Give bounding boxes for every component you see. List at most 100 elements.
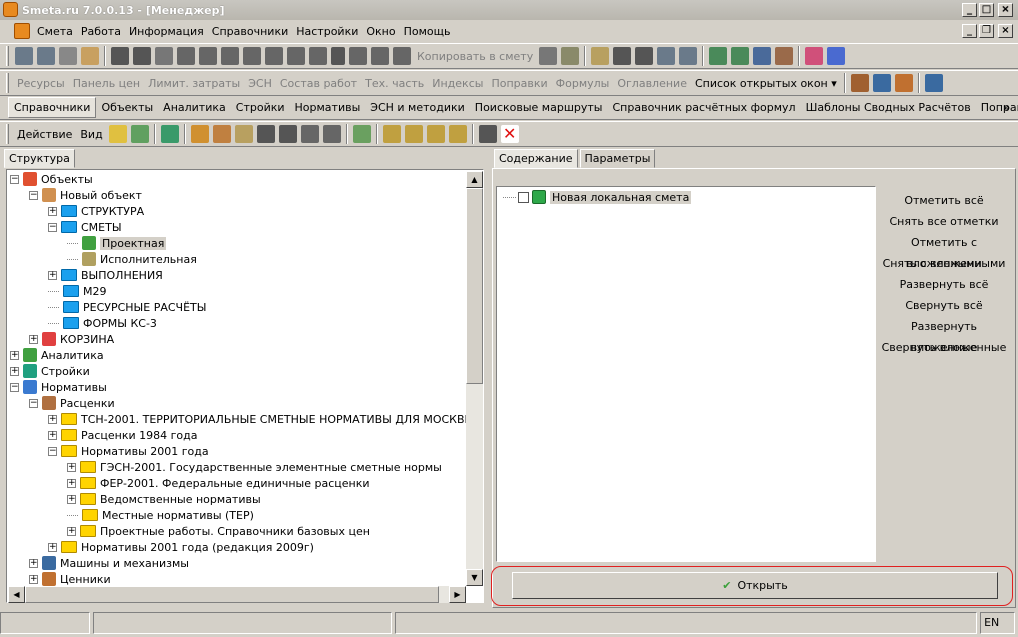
expand-icon[interactable]: + xyxy=(48,206,57,216)
chart-icon[interactable] xyxy=(352,125,371,143)
new-object-icon[interactable] xyxy=(190,125,209,143)
tree-item[interactable]: + Ведомственные нормативы xyxy=(67,491,261,507)
eraser-icon[interactable] xyxy=(805,47,824,65)
expand-all-button[interactable]: Развернуть всё xyxy=(876,274,1012,295)
tree-item[interactable]: ФОРМЫ КС-3 xyxy=(48,315,157,331)
minimize-button[interactable]: _ xyxy=(962,3,977,17)
tree-item[interactable]: + Нормативы 2001 года (редакция 2009г) xyxy=(48,539,314,555)
scroll-left-button[interactable]: ◀ xyxy=(8,586,25,603)
maximize-button[interactable]: □ xyxy=(979,3,994,17)
tab-parameters[interactable]: Параметры xyxy=(579,149,656,168)
m29-icon[interactable] xyxy=(404,125,423,143)
tree-item[interactable]: + СТРУКТУРА xyxy=(48,203,144,219)
tree-item[interactable]: + Проектные работы. Справочники базовых ц… xyxy=(67,523,370,539)
scroll-right-button[interactable]: ▶ xyxy=(449,586,466,603)
search-icon[interactable] xyxy=(81,47,99,65)
expand-icon[interactable]: + xyxy=(67,526,76,536)
tb2-resources[interactable]: Ресурсы xyxy=(13,77,69,90)
open-windows-dropdown[interactable]: Список открытых окон ▾ xyxy=(691,77,841,90)
tree-item[interactable]: + ГЭСН-2001. Государственные элементные с… xyxy=(67,459,442,475)
tb2-formulas[interactable]: Формулы xyxy=(552,77,614,90)
menu-help[interactable]: Помощь xyxy=(400,25,455,38)
arrow-up-icon[interactable] xyxy=(300,125,319,143)
tab-formulas[interactable]: Справочник расчётных формул xyxy=(607,98,800,117)
block-icon[interactable] xyxy=(349,47,367,65)
undo-icon[interactable] xyxy=(155,47,173,65)
check-nested-button[interactable]: Отметить с вложенными xyxy=(876,232,1012,270)
tree-item[interactable]: − Объекты xyxy=(10,171,93,187)
expand-icon[interactable]: + xyxy=(48,542,57,552)
tree-item[interactable]: − Нормативы 2001 года xyxy=(48,443,209,459)
close-button[interactable]: × xyxy=(998,3,1013,17)
new-estimate-icon[interactable] xyxy=(234,125,253,143)
tree-item[interactable]: − СМЕТЫ xyxy=(48,219,122,235)
truck2-icon[interactable] xyxy=(924,74,943,92)
percent-icon[interactable] xyxy=(382,125,401,143)
delete-red-icon[interactable]: ✕ xyxy=(500,125,519,143)
open-button[interactable]: ✔ Открыть xyxy=(512,572,998,599)
expand-icon[interactable]: + xyxy=(48,430,57,440)
menu-smeta[interactable]: Смета xyxy=(33,25,77,38)
uncheck-all-button[interactable]: Снять все отметки xyxy=(876,211,1012,232)
tree-item[interactable]: + Стройки xyxy=(10,363,90,379)
f3-icon[interactable] xyxy=(448,125,467,143)
tree-item[interactable]: − Нормативы xyxy=(10,379,107,395)
list-item[interactable]: Новая локальная смета xyxy=(503,189,692,205)
copy-to-estimate-button[interactable]: Копировать в смету xyxy=(413,50,537,63)
sort2-icon[interactable] xyxy=(731,47,750,65)
block7-icon[interactable] xyxy=(478,125,497,143)
copy-icon[interactable] xyxy=(265,47,283,65)
new-object2-icon[interactable] xyxy=(212,125,231,143)
tree-item[interactable]: М29 xyxy=(48,283,107,299)
image-icon[interactable] xyxy=(59,47,77,65)
scroll-up-button[interactable]: ▲ xyxy=(466,171,483,188)
save-icon[interactable] xyxy=(111,47,129,65)
menu-directories[interactable]: Справочники xyxy=(208,25,292,38)
tree-item[interactable]: − Расценки xyxy=(29,395,115,411)
block2-icon[interactable] xyxy=(371,47,389,65)
hammer-icon[interactable] xyxy=(850,74,869,92)
tree-item[interactable]: + КОРЗИНА xyxy=(29,331,114,347)
tab-contents[interactable]: Содержание xyxy=(494,149,578,168)
truck-icon[interactable] xyxy=(872,74,891,92)
add-icon[interactable] xyxy=(393,47,411,65)
expand-icon[interactable]: + xyxy=(67,478,76,488)
tab-constructions[interactable]: Стройки xyxy=(231,98,290,117)
delete-icon[interactable] xyxy=(331,47,345,65)
tab-templates[interactable]: Шаблоны Сводных Расчётов xyxy=(801,98,976,117)
tb2-tech-part[interactable]: Тех. часть xyxy=(361,77,428,90)
tree-item[interactable]: + ФЕР-2001. Федеральные единичные расценк… xyxy=(67,475,370,491)
refresh-icon[interactable] xyxy=(160,125,179,143)
tb2-work-composition[interactable]: Состав работ xyxy=(276,77,361,90)
sort-icon[interactable] xyxy=(709,47,728,65)
indent-icon[interactable] xyxy=(199,47,217,65)
tree-item[interactable]: + Расценки 1984 года xyxy=(48,427,198,443)
tab-esn[interactable]: ЭСН и методики xyxy=(365,98,470,117)
tree-item[interactable]: + Машины и механизмы xyxy=(29,555,189,571)
block6-icon[interactable] xyxy=(278,125,297,143)
expand-nested-button[interactable]: Развернуть вложенные xyxy=(876,316,1012,354)
tree-item[interactable]: + ТСН-2001. ТЕРРИТОРИАЛЬНЫЕ СМЕТНЫЕ НОРМА… xyxy=(48,411,466,427)
copy2-icon[interactable] xyxy=(539,47,558,65)
expand-icon[interactable]: + xyxy=(48,414,57,424)
expand-icon[interactable]: + xyxy=(67,462,76,472)
list-icon[interactable] xyxy=(37,47,55,65)
check-all-button[interactable]: Отметить всё xyxy=(876,190,1012,211)
item-checkbox[interactable] xyxy=(518,191,529,203)
hscroll-thumb[interactable] xyxy=(25,586,439,603)
expand-icon[interactable]: + xyxy=(29,574,38,584)
list3-icon[interactable] xyxy=(679,47,698,65)
tree-item[interactable]: + Аналитика xyxy=(10,347,104,363)
tab-objects[interactable]: Объекты xyxy=(96,98,158,117)
tree-item[interactable]: + ВЫПОЛНЕНИЯ xyxy=(48,267,163,283)
tree-item[interactable]: + Ценники xyxy=(29,571,111,586)
block5-icon[interactable] xyxy=(256,125,275,143)
collapse-icon[interactable]: − xyxy=(29,190,38,200)
outdent-icon[interactable] xyxy=(221,47,239,65)
mdi-minimize-button[interactable]: _ xyxy=(962,24,977,38)
tab-norms[interactable]: Нормативы xyxy=(290,98,366,117)
mdi-close-button[interactable]: × xyxy=(998,24,1013,38)
expand-icon[interactable]: + xyxy=(10,366,19,376)
folder-up-icon[interactable] xyxy=(108,125,127,143)
arrow-down-icon[interactable] xyxy=(322,125,341,143)
